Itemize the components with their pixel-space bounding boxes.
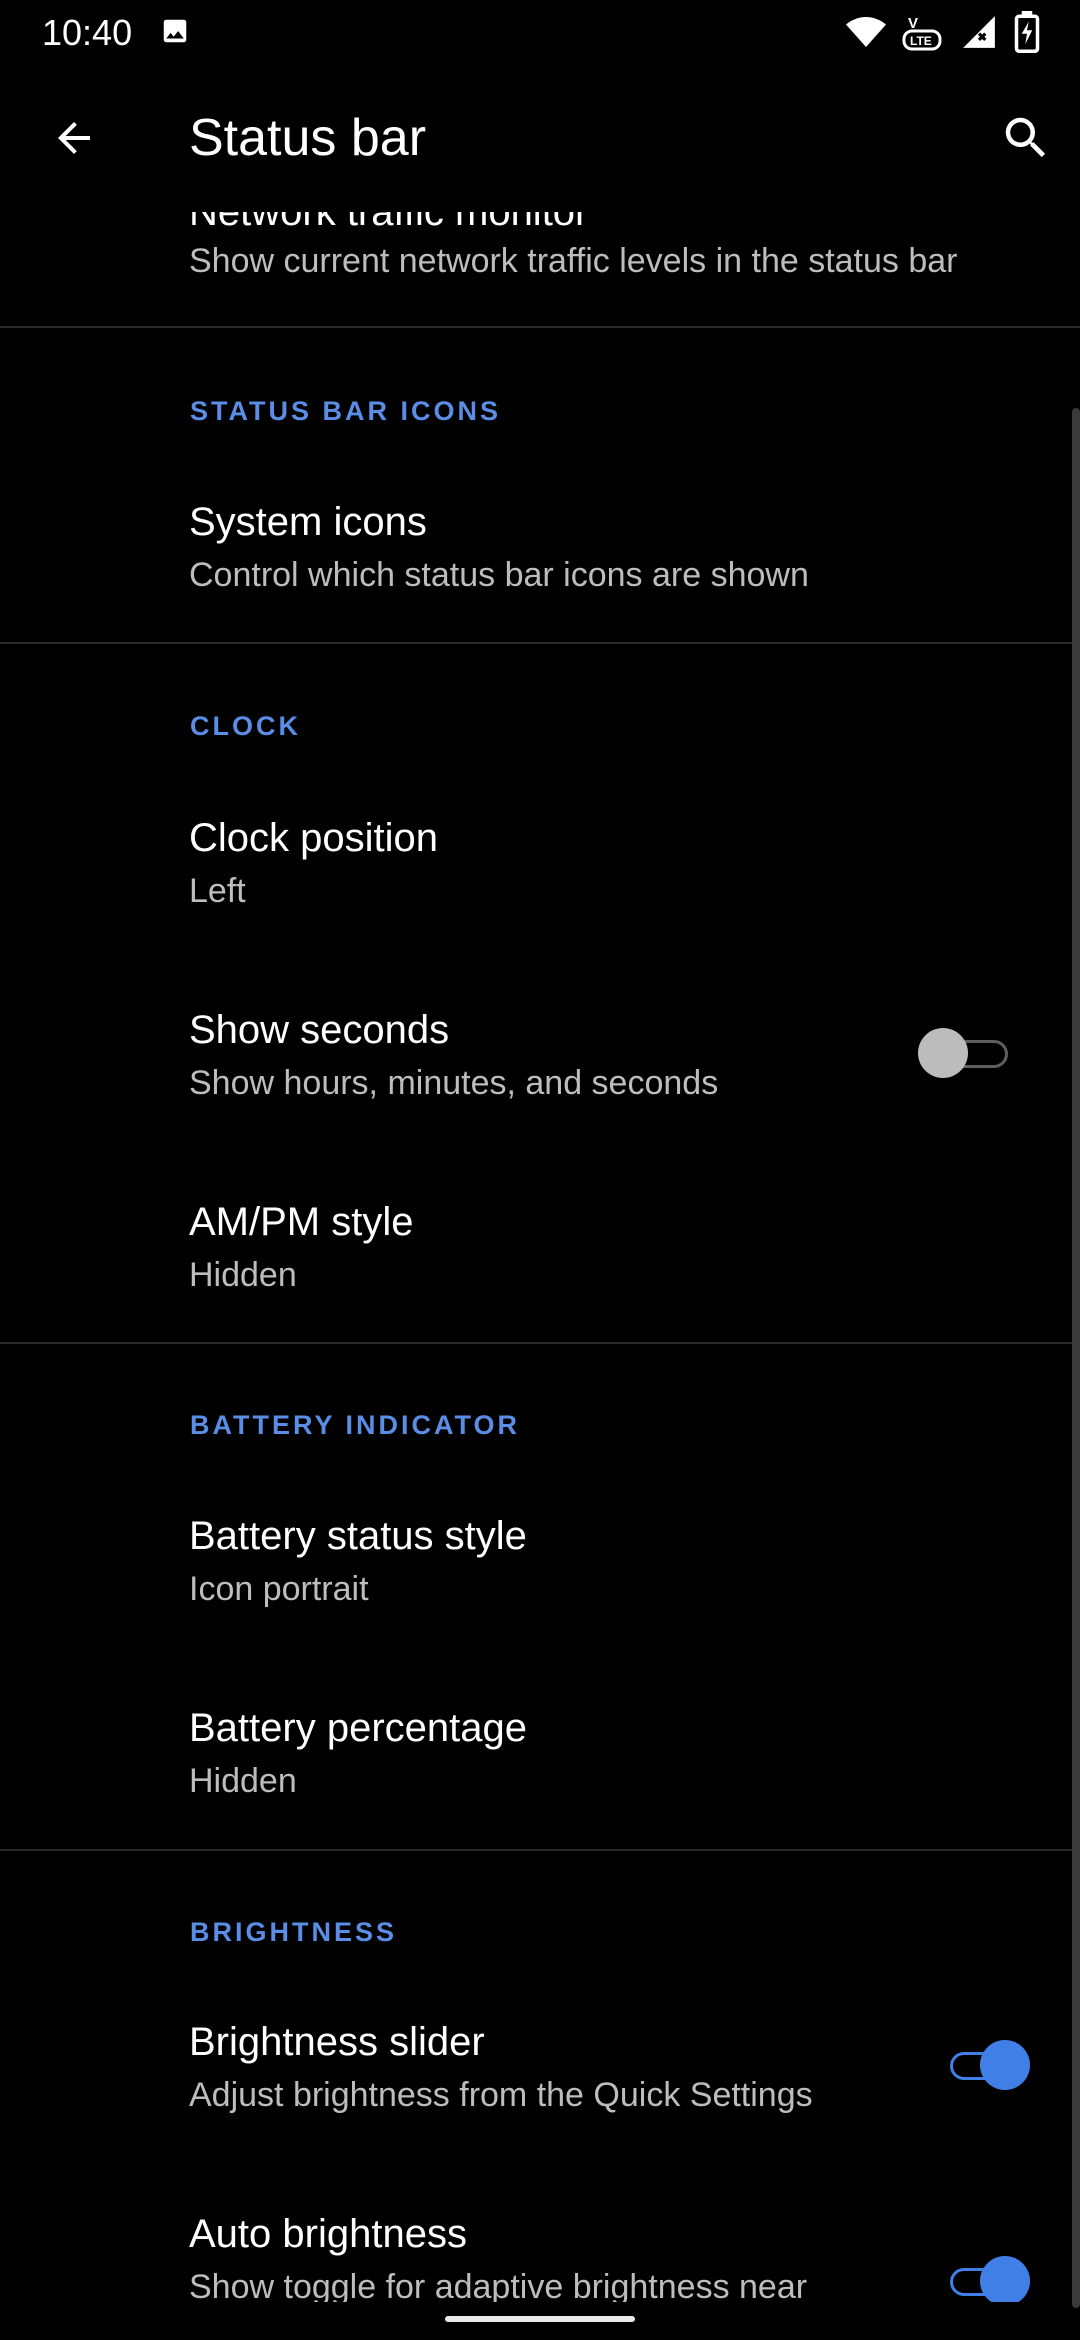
battery-status-style-item[interactable]: Battery status style Icon portrait [0, 1484, 1080, 1654]
toggle-thumb [980, 2040, 1030, 2090]
item-summary: Icon portrait [189, 1570, 369, 1608]
divider [0, 326, 1080, 328]
toggle-thumb [918, 1028, 968, 1078]
wifi-icon [846, 17, 886, 47]
app-bar: Status bar [0, 64, 1080, 212]
image-notification-icon [163, 19, 187, 43]
item-summary: Show toggle for adaptive brightness near [189, 2268, 808, 2302]
ampm-style-item[interactable]: AM/PM style Hidden [0, 1170, 1080, 1340]
item-summary: Show hours, minutes, and seconds [189, 1064, 719, 1102]
item-title: Battery percentage [189, 1706, 527, 1750]
auto-brightness-toggle[interactable] [940, 2256, 1030, 2302]
status-time: 10:40 [42, 12, 133, 53]
item-title: Show seconds [189, 1008, 450, 1052]
item-summary: Control which status bar icons are shown [189, 556, 809, 594]
item-summary: Hidden [189, 1256, 297, 1294]
back-button[interactable] [40, 104, 108, 172]
search-icon [1005, 117, 1046, 158]
page-title: Status bar [189, 109, 427, 167]
cellular-signal-icon [963, 16, 995, 48]
svg-text:V: V [908, 15, 918, 32]
section-header-status-bar-icons: STATUS BAR ICONS [190, 396, 501, 426]
item-title: AM/PM style [189, 1200, 414, 1244]
system-status-bar: 10:40 V LTE [0, 0, 1080, 64]
status-icons: V LTE [846, 10, 1040, 54]
brightness-slider-toggle[interactable] [940, 2040, 1030, 2090]
item-title: Battery status style [189, 1514, 527, 1558]
clock-position-item[interactable]: Clock position Left [0, 786, 1080, 956]
divider [0, 642, 1080, 644]
battery-charging-icon [1014, 11, 1040, 53]
settings-list: Network traffic monitor Show current net… [0, 0, 1080, 2340]
show-seconds-item[interactable]: Show seconds Show hours, minutes, and se… [0, 978, 1080, 1148]
home-indicator[interactable] [445, 2316, 635, 2322]
item-summary: Left [189, 872, 246, 910]
divider [0, 1849, 1080, 1851]
item-summary: Adjust brightness from the Quick Setting… [189, 2076, 813, 2114]
auto-brightness-item[interactable]: Auto brightness Show toggle for adaptive… [0, 2182, 1080, 2302]
item-summary: Hidden [189, 1762, 297, 1800]
section-header-brightness: BRIGHTNESS [190, 1917, 398, 1947]
item-title: Brightness slider [189, 2020, 485, 2064]
scrollbar[interactable] [1072, 408, 1080, 2308]
divider [0, 1342, 1080, 1344]
section-header-clock: CLOCK [190, 711, 301, 741]
volte-icon: V LTE [902, 15, 942, 51]
item-title: System icons [189, 500, 427, 544]
system-icons-item[interactable]: System icons Control which status bar ic… [0, 470, 1080, 640]
search-button[interactable] [992, 104, 1060, 172]
arrow-back-icon [58, 122, 90, 154]
show-seconds-toggle[interactable] [918, 1028, 1008, 1078]
item-title: Clock position [189, 816, 439, 860]
brightness-slider-item[interactable]: Brightness slider Adjust brightness from… [0, 1990, 1080, 2160]
svg-text:LTE: LTE [910, 34, 932, 48]
item-summary: Show current network traffic levels in t… [189, 242, 958, 280]
section-header-battery-indicator: BATTERY INDICATOR [190, 1410, 521, 1440]
battery-percentage-item[interactable]: Battery percentage Hidden [0, 1676, 1080, 1846]
item-title: Auto brightness [189, 2212, 467, 2256]
toggle-thumb [980, 2256, 1030, 2302]
